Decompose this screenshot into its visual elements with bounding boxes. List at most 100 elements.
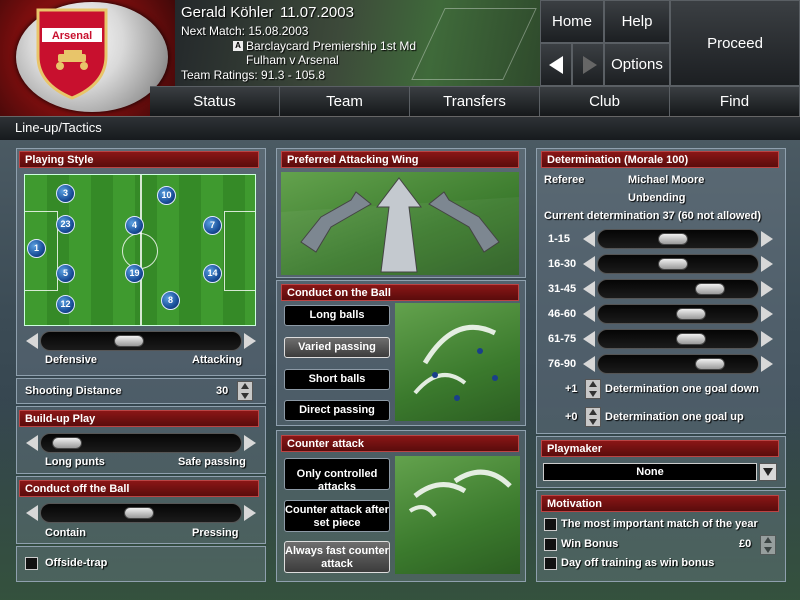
slider-track[interactable]: [597, 329, 759, 349]
slider-thumb[interactable]: [51, 437, 82, 449]
arrow-right-icon[interactable]: [244, 435, 256, 451]
slider-track[interactable]: [597, 229, 759, 249]
player-token[interactable]: 10: [157, 186, 176, 205]
slider-track[interactable]: [597, 354, 759, 374]
important-match-checkbox[interactable]: [544, 518, 557, 531]
player-token[interactable]: 8: [161, 291, 180, 310]
period-slider[interactable]: [583, 279, 773, 299]
option-only-controlled-attacks[interactable]: Only controlled attacks: [284, 458, 390, 493]
slider-thumb[interactable]: [123, 507, 154, 519]
arrow-left-icon[interactable]: [583, 281, 595, 297]
player-token[interactable]: 23: [56, 215, 75, 234]
slider-thumb[interactable]: [657, 258, 688, 270]
arrow-left-icon[interactable]: [583, 356, 595, 372]
arrow-right-icon[interactable]: [761, 231, 773, 247]
arrow-left-icon[interactable]: [583, 306, 595, 322]
nav-find[interactable]: Find: [670, 86, 800, 116]
shooting-distance-stepper[interactable]: [237, 381, 253, 401]
goal-up-stepper[interactable]: [585, 407, 601, 427]
passing-illustration: [395, 303, 520, 421]
option-long-balls[interactable]: Long balls: [284, 305, 390, 326]
slider-track[interactable]: [597, 304, 759, 324]
option-short-balls[interactable]: Short balls: [284, 369, 390, 390]
playing-style-slider[interactable]: [26, 331, 256, 351]
arrow-right-icon[interactable]: [761, 256, 773, 272]
player-token[interactable]: 3: [56, 184, 75, 203]
period-slider[interactable]: [583, 354, 773, 374]
conduct-off-slider[interactable]: [26, 503, 256, 523]
arrow-right-icon[interactable]: [761, 331, 773, 347]
nav-club[interactable]: Club: [540, 86, 670, 116]
player-token[interactable]: 4: [125, 216, 144, 235]
player-token[interactable]: 7: [203, 216, 222, 235]
conduct-off-title: Conduct off the Ball: [19, 480, 259, 497]
slider-thumb[interactable]: [695, 358, 725, 370]
period-slider[interactable]: [583, 254, 773, 274]
option-always-fast-counter[interactable]: Always fast counter attack: [284, 541, 390, 573]
slider-thumb[interactable]: [676, 333, 707, 345]
slider-thumb[interactable]: [676, 308, 707, 320]
period-label: 46-60: [548, 308, 577, 320]
home-button[interactable]: Home: [540, 0, 604, 43]
win-bonus-stepper[interactable]: [760, 535, 776, 555]
goal-down-stepper[interactable]: [585, 379, 601, 399]
slider-max-label: Attacking: [192, 354, 243, 366]
arrow-left-icon[interactable]: [583, 256, 595, 272]
nav-status[interactable]: Status: [150, 86, 280, 116]
help-button[interactable]: Help: [604, 0, 670, 43]
period-slider[interactable]: [583, 304, 773, 324]
option-direct-passing[interactable]: Direct passing: [284, 400, 390, 421]
arrow-right-icon[interactable]: [761, 356, 773, 372]
chevron-down-icon[interactable]: [759, 463, 777, 481]
club-name-text: Arsenal: [52, 30, 92, 42]
fixture: Fulham v Arsenal: [246, 53, 339, 67]
slider-track[interactable]: [597, 254, 759, 274]
nav-team[interactable]: Team: [280, 86, 410, 116]
slider-track[interactable]: [597, 279, 759, 299]
counter-attack-title: Counter attack: [281, 435, 519, 452]
win-bonus-checkbox[interactable]: [544, 538, 557, 551]
conduct-off-max-label: Pressing: [192, 527, 239, 539]
arrow-left-icon[interactable]: [583, 231, 595, 247]
proceed-button[interactable]: Proceed: [670, 0, 800, 86]
day-off-checkbox[interactable]: [544, 557, 557, 570]
slider-thumb[interactable]: [113, 335, 144, 347]
club-crest-icon: Arsenal: [36, 8, 108, 100]
player-token[interactable]: 19: [125, 264, 144, 283]
period-slider[interactable]: [583, 229, 773, 249]
arrow-right-icon[interactable]: [244, 333, 256, 349]
player-token[interactable]: 5: [56, 264, 75, 283]
arrow-left-icon[interactable]: [26, 333, 38, 349]
player-token[interactable]: 14: [203, 264, 222, 283]
option-counter-after-set-piece[interactable]: Counter attack after set piece: [284, 500, 390, 532]
player-token[interactable]: 12: [56, 295, 75, 314]
arrow-right-icon[interactable]: [761, 306, 773, 322]
slider-track[interactable]: [40, 331, 242, 351]
attacking-wing-selector[interactable]: [281, 172, 519, 275]
arrow-left-icon[interactable]: [26, 435, 38, 451]
build-up-max-label: Safe passing: [178, 456, 246, 468]
arrow-right-icon[interactable]: [761, 281, 773, 297]
nav-transfers[interactable]: Transfers: [410, 86, 540, 116]
slider-track[interactable]: [40, 503, 242, 523]
back-button[interactable]: [540, 43, 572, 86]
playmaker-dropdown[interactable]: None: [543, 463, 757, 481]
build-up-min-label: Long punts: [45, 456, 105, 468]
shooting-distance-label: Shooting Distance: [25, 385, 122, 397]
build-up-slider[interactable]: [26, 433, 256, 453]
option-varied-passing[interactable]: Varied passing: [284, 337, 390, 358]
period-slider[interactable]: [583, 329, 773, 349]
forward-button[interactable]: [572, 43, 604, 86]
player-token[interactable]: 1: [27, 239, 46, 258]
arrow-left-icon[interactable]: [26, 505, 38, 521]
arrow-right-icon[interactable]: [244, 505, 256, 521]
slider-track[interactable]: [40, 433, 242, 453]
goal-up-label: Determination one goal up: [605, 411, 744, 423]
options-button[interactable]: Options: [604, 43, 670, 86]
build-up-title: Build-up Play: [19, 410, 259, 427]
period-label: 76-90: [548, 358, 577, 370]
slider-thumb[interactable]: [695, 283, 725, 295]
slider-thumb[interactable]: [657, 233, 688, 245]
arrow-left-icon[interactable]: [583, 331, 595, 347]
offside-trap-checkbox[interactable]: [25, 557, 38, 570]
